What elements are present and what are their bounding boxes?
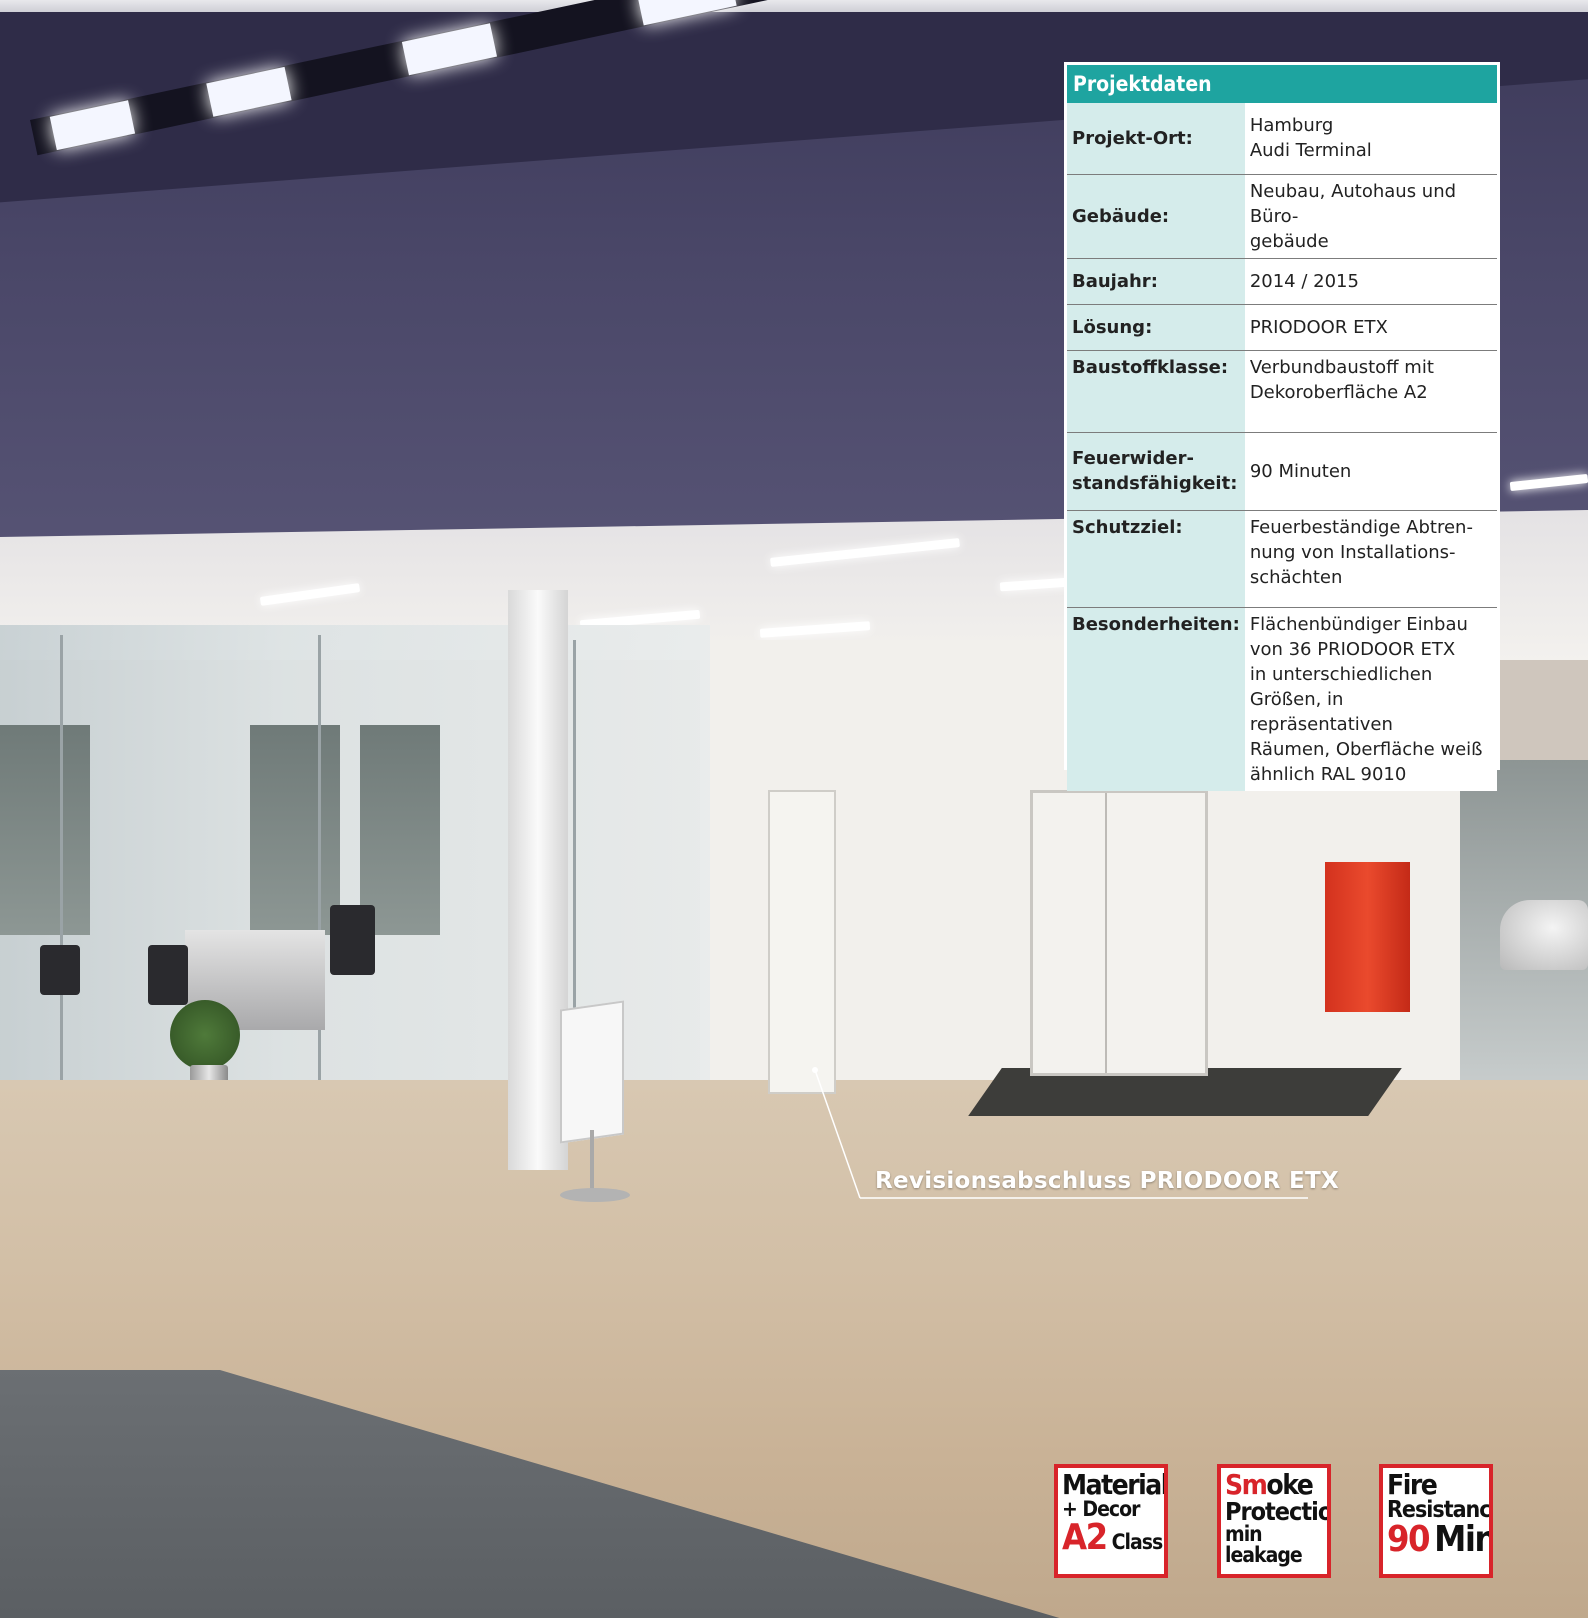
table-row: Lösung: PRIODOOR ETX	[1067, 303, 1497, 350]
table-row: Feuerwider- standsfähigkeit: 90 Minuten	[1067, 431, 1497, 510]
sign-pole	[590, 1130, 594, 1190]
window	[0, 725, 90, 935]
row-label: Lösung:	[1067, 303, 1245, 350]
smoke-protection-badge: Smoke Protection min leakage	[1217, 1464, 1331, 1578]
table-row: Gebäude: Neubau, Autohaus und Büro- gebä…	[1067, 173, 1497, 258]
window	[250, 725, 340, 935]
fire-hose-cabinet	[1325, 862, 1410, 1012]
double-door	[1030, 790, 1208, 1076]
race-car	[1500, 900, 1588, 970]
window	[360, 725, 440, 935]
row-value: Flächenbündiger Einbau von 36 PRIODOOR E…	[1244, 606, 1497, 791]
projektdaten-title: Projektdaten	[1067, 65, 1497, 103]
badge-text: Min.	[1434, 1519, 1489, 1560]
row-label: Baustoffklasse:	[1067, 349, 1245, 432]
badge-text: A2	[1062, 1517, 1108, 1558]
badge-text: Material	[1062, 1468, 1168, 1501]
row-value: Verbundbaustoff mit Dekoroberfläche A2	[1244, 349, 1497, 432]
badge-text: Fire	[1387, 1468, 1438, 1501]
row-label: Projekt-Ort:	[1067, 103, 1245, 174]
badge-text: 90	[1387, 1519, 1431, 1560]
row-value: Hamburg Audi Terminal	[1244, 103, 1497, 174]
projektdaten-table: Projektdaten Projekt-Ort: Hamburg Audi T…	[1064, 62, 1500, 791]
fire-resistance-badge: Fire Resistance 90 Min.	[1379, 1464, 1493, 1578]
row-label: Gebäude:	[1067, 173, 1245, 258]
office-chair	[330, 905, 375, 975]
table-row: Besonderheiten: Flächenbündiger Einbau v…	[1067, 606, 1497, 791]
priodoor-etx-panel	[768, 790, 836, 1094]
row-value: 2014 / 2015	[1244, 257, 1497, 304]
badge-text: Protection	[1225, 1497, 1331, 1526]
table-row: Baustoffklasse: Verbundbaustoff mit Deko…	[1067, 349, 1497, 432]
row-value: Feuerbeständige Abtren- nung von Install…	[1244, 509, 1497, 607]
row-value: 90 Minuten	[1244, 431, 1497, 510]
glass-mullion	[60, 635, 63, 1125]
badge-text: min leakage	[1225, 1522, 1303, 1567]
potted-plant	[170, 1000, 240, 1070]
office-chair	[148, 945, 188, 1005]
row-label: Schutzziel:	[1067, 509, 1245, 607]
sign-base	[560, 1188, 630, 1202]
office-chair	[40, 945, 80, 995]
row-label: Baujahr:	[1067, 257, 1245, 304]
callout-label: Revisionsabschluss PRIODOOR ETX	[875, 1168, 1339, 1194]
row-label: Besonderheiten:	[1067, 606, 1245, 791]
badge-text: Class	[1111, 1530, 1164, 1554]
row-value: PRIODOOR ETX	[1244, 303, 1497, 350]
row-label: Feuerwider- standsfähigkeit:	[1067, 431, 1245, 510]
row-value: Neubau, Autohaus und Büro- gebäude	[1244, 173, 1497, 258]
table-row: Projekt-Ort: Hamburg Audi Terminal	[1067, 103, 1497, 174]
material-a2-badge: Material + Decor A2 Class	[1054, 1464, 1168, 1578]
glass-mullion	[318, 635, 321, 1115]
table-row: Baujahr: 2014 / 2015	[1067, 257, 1497, 304]
projektdaten-rows: Projekt-Ort: Hamburg Audi Terminal Gebäu…	[1067, 103, 1497, 791]
info-sign	[560, 1000, 624, 1144]
top-strip	[0, 0, 1588, 12]
pillar	[508, 590, 568, 1170]
table-row: Schutzziel: Feuerbeständige Abtren- nung…	[1067, 509, 1497, 607]
